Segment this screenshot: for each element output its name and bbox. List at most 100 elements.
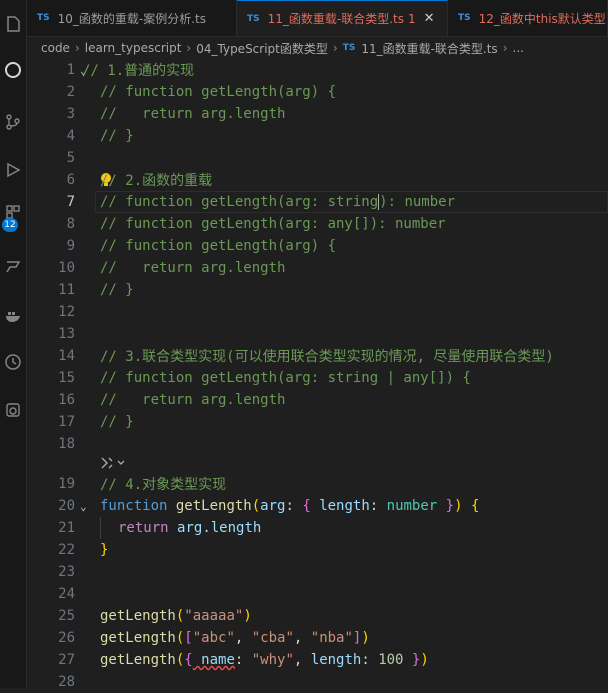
brace: { xyxy=(470,498,480,514)
activity-bar: 12 xyxy=(0,0,27,688)
line-number: 8 xyxy=(66,216,75,232)
breadcrumb-tail[interactable]: ... xyxy=(513,41,524,55)
comma: , xyxy=(293,630,311,646)
dot: . xyxy=(202,520,211,536)
docker-icon[interactable] xyxy=(0,304,26,328)
line-number: 15 xyxy=(58,370,75,386)
problem-count: 1 xyxy=(408,11,416,26)
typescript-file-icon: TS xyxy=(458,13,471,23)
code-line: 4 // } xyxy=(27,125,608,147)
colon: : xyxy=(369,498,387,514)
line-number: 24 xyxy=(58,586,75,602)
line-number: 13 xyxy=(58,326,75,342)
code-line: 11 // } xyxy=(27,279,608,301)
colon: : xyxy=(285,498,303,514)
code-line: 10 // return arg.length xyxy=(27,257,608,279)
paren: ) xyxy=(361,630,370,646)
paren: ) xyxy=(243,608,252,624)
tab-union-type[interactable]: TS 11_函数重载-联合类型.ts 1 ✕ xyxy=(237,0,448,36)
variable: arg xyxy=(177,520,203,536)
property-error[interactable]: name xyxy=(193,652,235,668)
typescript-file-icon: TS xyxy=(342,43,356,53)
typescript-file-icon: TS xyxy=(247,13,260,24)
comment: // } xyxy=(100,414,134,430)
breadcrumb: code › learn_typescript › 04_TypeScript函数类… xyxy=(27,37,608,59)
comma: , xyxy=(234,630,252,646)
line-number: 27 xyxy=(58,652,75,668)
breadcrumb-item[interactable]: 04_TypeScript函数类型 xyxy=(196,40,328,57)
code-line: 1 ⌄ // 1.普通的实现 xyxy=(27,59,608,81)
code-line: 23 xyxy=(27,561,608,583)
code-line: 9 // function getLength(arg) { xyxy=(27,235,608,257)
remote-icon[interactable] xyxy=(0,254,26,278)
comment: // 4.对象类型实现 xyxy=(100,477,227,493)
line-number: 21 xyxy=(58,520,75,536)
keyword: return xyxy=(118,520,169,536)
breadcrumb-item[interactable]: learn_typescript xyxy=(85,41,182,55)
close-icon[interactable]: ✕ xyxy=(424,11,435,26)
chevron-down-icon[interactable]: ⌄ xyxy=(80,500,92,513)
code-line: 28 xyxy=(27,671,608,693)
line-number: 18 xyxy=(58,436,75,452)
comment: // } xyxy=(100,282,134,298)
property: length xyxy=(210,520,262,536)
search-icon[interactable] xyxy=(0,58,26,82)
comment: // 2.函数的重载 xyxy=(100,173,213,189)
chevron-right-icon: › xyxy=(332,41,338,55)
colon: : xyxy=(361,652,379,668)
line-number: 9 xyxy=(66,238,75,254)
code-line: 2 // function getLength(arg) { xyxy=(27,81,608,103)
line-number: 17 xyxy=(58,414,75,430)
code-line: 19 // 4.对象类型实现 xyxy=(27,473,608,495)
code-line: 6 // 2.函数的重载 xyxy=(27,169,608,191)
code-line: 18 xyxy=(27,433,608,455)
param: arg xyxy=(260,498,286,514)
editor-tabs: TS 10_函数的重载-案例分析.ts TS 11_函数重载-联合类型.ts 1… xyxy=(27,0,608,37)
line-number: 3 xyxy=(66,106,75,122)
property: length xyxy=(310,652,362,668)
tab-label: 10_函数的重载-案例分析.ts xyxy=(57,11,206,26)
line-number: 4 xyxy=(66,128,75,144)
line-number: 22 xyxy=(58,542,75,558)
keyword: function xyxy=(100,498,168,514)
code-line: 16 // return arg.length xyxy=(27,389,608,411)
source-control-icon[interactable] xyxy=(0,110,26,134)
tab-label: 12_函数中this默认类型 xyxy=(478,11,606,26)
brace: } xyxy=(403,652,421,668)
string: "cba" xyxy=(251,630,294,646)
explorer-icon[interactable] xyxy=(0,12,26,36)
indent-guide xyxy=(100,517,101,539)
code-line: 14 // 3.联合类型实现(可以使用联合类型实现的情况, 尽量使用联合类型) xyxy=(27,345,608,367)
type: number xyxy=(386,498,438,514)
test-icon[interactable] xyxy=(0,398,26,422)
run-debug-icon[interactable] xyxy=(0,158,26,182)
codelens-icon[interactable] xyxy=(100,456,126,474)
tab-this-default-type[interactable]: TS 12_函数中this默认类型 xyxy=(448,0,608,36)
line-number: 20 xyxy=(58,498,75,514)
code-editor[interactable]: 1 ⌄ // 1.普通的实现 2 // function getLength(a… xyxy=(27,59,608,690)
breadcrumb-item[interactable]: code xyxy=(41,41,70,55)
timeline-icon[interactable] xyxy=(0,350,26,374)
brace: { xyxy=(184,652,193,668)
comment: // function getLength(arg: string xyxy=(100,194,379,210)
bracket: [ xyxy=(184,630,193,646)
string: "why" xyxy=(251,652,294,668)
function-name: getLength xyxy=(175,498,252,514)
string: "nba" xyxy=(310,630,353,646)
chevron-right-icon: › xyxy=(186,41,192,55)
code-line: 5 xyxy=(27,147,608,169)
brace: } xyxy=(437,498,455,514)
paren: ( xyxy=(251,498,261,514)
breadcrumb-file[interactable]: 11_函数重载-联合类型.ts xyxy=(361,40,497,57)
code-line: 22 } xyxy=(27,539,608,561)
function-name: getLength xyxy=(100,652,176,668)
line-number: 14 xyxy=(58,348,75,364)
tab-overload-case[interactable]: TS 10_函数的重载-案例分析.ts xyxy=(27,0,237,36)
string: "aaaaa" xyxy=(184,608,244,624)
comment: // function getLength(arg: string | any[… xyxy=(100,370,471,386)
code-line: 12 xyxy=(27,301,608,323)
extensions-badge: 12 xyxy=(2,218,18,232)
comment: // return arg.length xyxy=(100,106,286,122)
comment: // function getLength(arg) { xyxy=(100,238,337,254)
